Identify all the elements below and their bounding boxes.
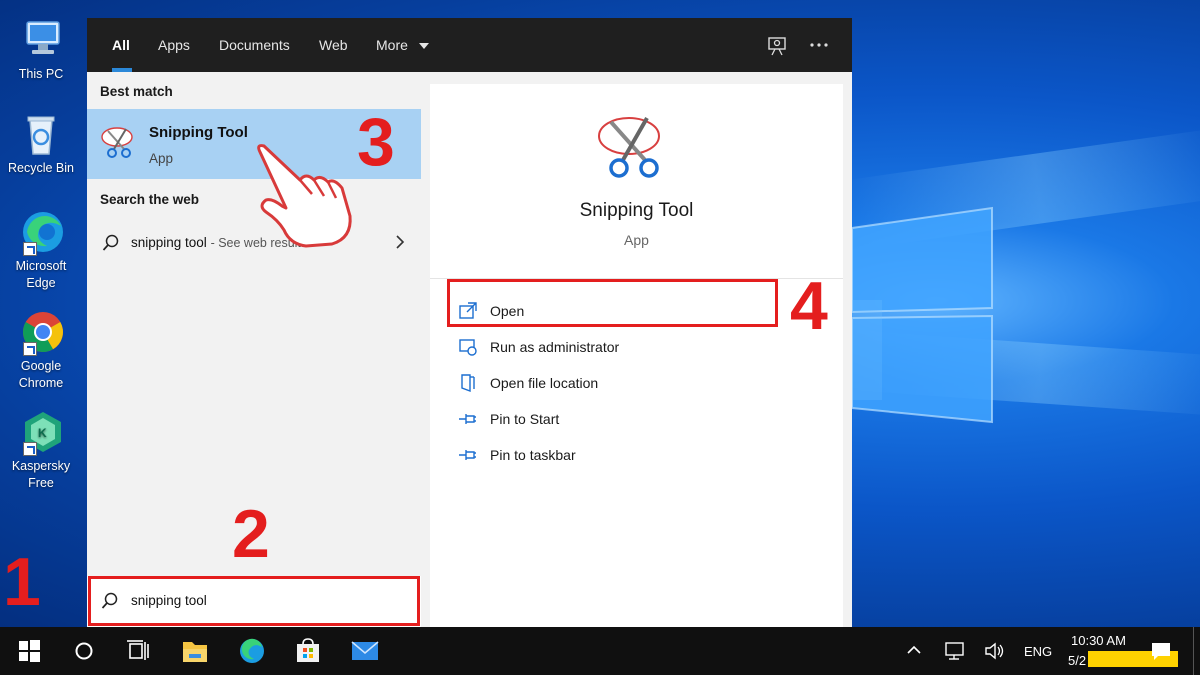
chevron-right-icon: [396, 235, 405, 249]
step-number-1: 1: [3, 544, 41, 620]
tab-more-label: More: [376, 37, 408, 53]
shortcut-arrow-icon: [23, 442, 37, 456]
language-indicator[interactable]: ENG: [1024, 644, 1052, 659]
desktop-icon-kaspersky[interactable]: K Kaspersky Free: [4, 408, 78, 492]
run-as-admin-label: Run as administrator: [490, 339, 620, 355]
pin-to-taskbar-label: Pin to taskbar: [490, 447, 576, 463]
clock-date[interactable]: 5/2: [1068, 653, 1086, 668]
show-desktop-divider[interactable]: [1193, 627, 1194, 675]
mail-icon: [351, 641, 379, 660]
web-result-query: snipping tool: [131, 235, 207, 250]
search-the-web-heading: Search the web: [100, 192, 200, 207]
tab-all[interactable]: All: [112, 37, 130, 53]
volume-icon[interactable]: [984, 640, 1006, 662]
pin-icon: [459, 414, 476, 424]
chevron-down-icon: [418, 43, 429, 50]
shortcut-arrow-icon: [23, 342, 37, 356]
edge-icon: [17, 208, 65, 256]
cortana-button[interactable]: [60, 627, 108, 675]
best-match-name: Snipping Tool: [149, 124, 248, 141]
desktop-icon-recycle-bin[interactable]: Recycle Bin: [4, 110, 78, 177]
svg-text:K: K: [38, 426, 47, 440]
edge-icon: [240, 638, 264, 663]
file-explorer-button[interactable]: [171, 627, 219, 675]
kaspersky-icon: K: [17, 408, 65, 456]
desktop-icon-edge[interactable]: Microsoft Edge: [4, 208, 78, 292]
tab-apps[interactable]: Apps: [158, 37, 190, 53]
highlight-box-open: [447, 279, 778, 327]
task-view-icon: [127, 640, 149, 660]
best-match-heading: Best match: [100, 84, 173, 99]
filter-tab-bar: All Apps Documents Web More: [87, 18, 852, 72]
app-detail-pane: Snipping Tool App Open Run as administra…: [430, 84, 843, 627]
step-number-4: 4: [790, 268, 828, 344]
windows-start-icon: [19, 640, 40, 662]
desktop-icon-label: Chrome: [18, 376, 64, 390]
pin-to-start-label: Pin to Start: [490, 411, 560, 427]
tab-documents[interactable]: Documents: [219, 37, 290, 53]
highlight-box-search: [88, 576, 420, 626]
desktop-icon-this-pc[interactable]: This PC: [4, 16, 78, 83]
clock-time[interactable]: 10:30 AM: [1071, 633, 1126, 648]
search-icon: [102, 234, 119, 251]
detail-app-type: App: [624, 232, 649, 248]
wallpaper-glow: [852, 300, 882, 400]
run-as-admin-icon: [459, 339, 477, 356]
cortana-circle-icon: [75, 642, 93, 660]
tab-more[interactable]: More: [376, 37, 430, 53]
pin-to-taskbar-action[interactable]: Pin to taskbar: [458, 440, 778, 470]
tab-web[interactable]: Web: [319, 37, 348, 53]
pin-icon: [459, 450, 476, 460]
chrome-icon: [17, 308, 65, 356]
desktop-icon-label: Google: [20, 359, 62, 373]
open-file-location-label: Open file location: [490, 375, 599, 391]
this-pc-icon: [17, 16, 65, 64]
taskbar: ENG 10:30 AM 5/2: [0, 627, 1200, 675]
store-bag-icon: [297, 638, 319, 662]
desktop-icon-chrome[interactable]: Google Chrome: [4, 308, 78, 392]
desktop-icon-label: Free: [28, 476, 54, 490]
detail-app-name: Snipping Tool: [579, 200, 694, 221]
notifications-icon[interactable]: [1150, 640, 1172, 662]
open-file-location-action[interactable]: Open file location: [458, 368, 778, 398]
network-icon[interactable]: [944, 640, 966, 662]
snipping-tool-icon: [101, 127, 133, 158]
folder-icon: [183, 642, 207, 662]
more-options-icon[interactable]: [809, 42, 829, 48]
mail-button[interactable]: [340, 627, 388, 675]
pin-to-start-action[interactable]: Pin to Start: [458, 404, 778, 434]
shortcut-arrow-icon: [23, 242, 37, 256]
step-number-2: 2: [232, 496, 270, 572]
desktop-icon-label: Edge: [26, 276, 56, 290]
hand-pointer-icon: [257, 144, 352, 248]
edge-taskbar-button[interactable]: [228, 627, 276, 675]
desktop-icon-label: Recycle Bin: [8, 161, 74, 175]
desktop-icon-label: Microsoft: [15, 259, 67, 273]
feedback-icon[interactable]: [767, 35, 789, 57]
snipping-tool-large-icon: [598, 117, 660, 178]
task-view-button[interactable]: [115, 627, 163, 675]
chevron-up-icon[interactable]: [906, 644, 922, 656]
file-location-icon: [461, 374, 475, 393]
store-button[interactable]: [284, 627, 332, 675]
step-number-3: 3: [357, 104, 395, 180]
desktop-icon-label: Kaspersky: [11, 459, 71, 473]
recycle-bin-icon: [17, 110, 65, 158]
run-as-admin-action[interactable]: Run as administrator: [458, 332, 778, 362]
best-match-type: App: [149, 151, 174, 166]
desktop-icon-label: This PC: [18, 67, 64, 81]
start-button[interactable]: [5, 627, 53, 675]
